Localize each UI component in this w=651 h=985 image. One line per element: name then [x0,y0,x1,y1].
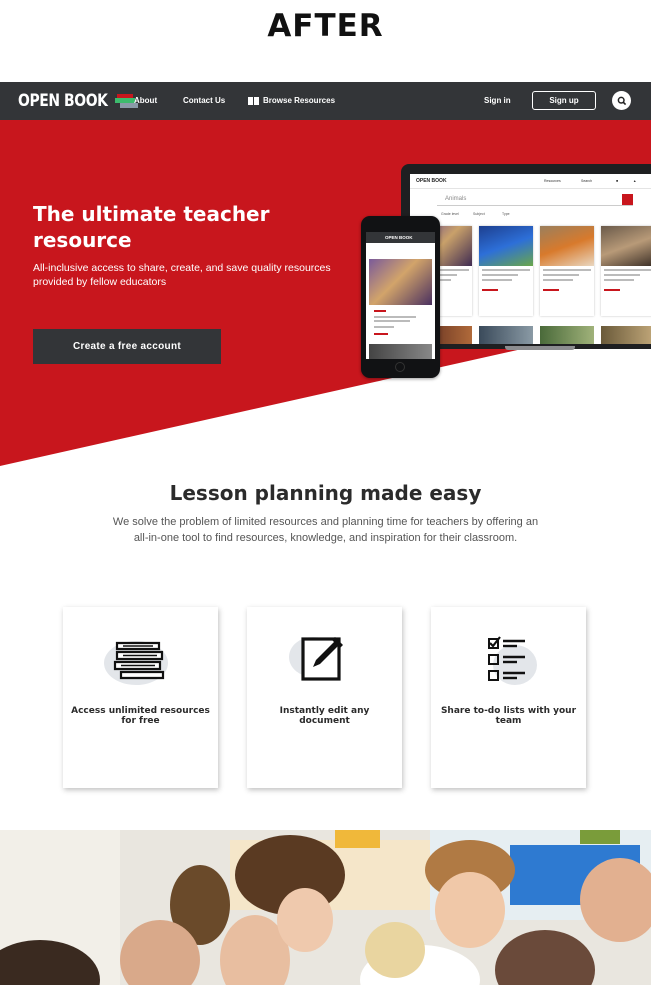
bell-icon: ▲ [633,179,637,183]
laptop-screen-filter: Grade level [441,212,459,216]
feature-label: Share to-do lists with your team [440,706,577,726]
hero-title: The ultimate teacher resource [33,202,270,252]
stacked-books-icon [104,641,168,685]
horse-image [601,226,651,266]
phone-screen-navbar: OPEN BOOK [366,232,435,243]
search-button[interactable] [612,91,631,110]
phone-screen: OPEN BOOK [366,232,435,359]
nav-browse-link[interactable]: Browse Resources [248,96,335,105]
feature-label: Instantly edit any document [279,706,370,726]
section-title: Lesson planning made easy [169,481,482,505]
hero-subtitle: All-inclusive access to share, create, a… [33,262,331,288]
laptop-base [505,346,575,350]
search-icon [617,96,626,105]
create-account-button[interactable]: Create a free account [33,329,221,364]
nav-browse-label: Browse Resources [263,96,336,105]
open-book-logo[interactable]: OPEN BOOK [18,91,139,111]
butterfly-image [369,259,432,305]
resource-card-image [540,326,594,344]
laptop-screen: OPEN BOOK Resources Search ■ ▲ Animals G… [410,174,651,344]
laptop-screen-search-icon [622,194,633,205]
logo-text: OPEN BOOK [18,91,108,111]
feature-card-resources: Access unlimited resources for free [63,607,218,788]
feature-card-edit: Instantly edit any document [247,607,402,788]
laptop-screen-search: Animals [437,193,633,206]
phone-screen-logo: OPEN BOOK [385,235,413,240]
laptop-screen-filter: Subject [473,212,485,216]
laptop-screen-logo: OPEN BOOK [416,178,447,184]
nav-contact-link[interactable]: Contact Us [183,96,225,105]
laptop-screen-nav-resources: Resources [544,179,561,183]
nav-about-link[interactable]: About [134,96,157,105]
phone-home-button [395,362,405,372]
resource-card [601,226,651,316]
sign-up-button[interactable]: Sign up [532,91,596,110]
parrot-image [479,226,533,266]
page-label: AFTER [267,8,384,44]
resource-card [540,226,594,316]
resource-card-image [601,326,651,344]
fox-image [540,226,594,266]
section-description: We solve the problem of limited resource… [112,516,539,544]
classroom-photo [0,830,651,985]
resource-card-image [369,344,432,359]
feature-label: Access unlimited resources for free [71,706,210,726]
sign-in-link[interactable]: Sign in [484,96,511,105]
home-icon: ■ [616,179,619,183]
open-book-icon [248,96,259,105]
resource-card-image [479,326,533,344]
laptop-screen-nav-search: Search [581,179,593,183]
checklist-icon [488,636,537,685]
edit-document-icon [289,637,343,681]
laptop-screen-filter: Type [502,212,510,216]
resource-card [479,226,533,316]
feature-card-todo: Share to-do lists with your team [431,607,586,788]
laptop-screen-navbar: OPEN BOOK Resources Search ■ ▲ [410,174,651,189]
